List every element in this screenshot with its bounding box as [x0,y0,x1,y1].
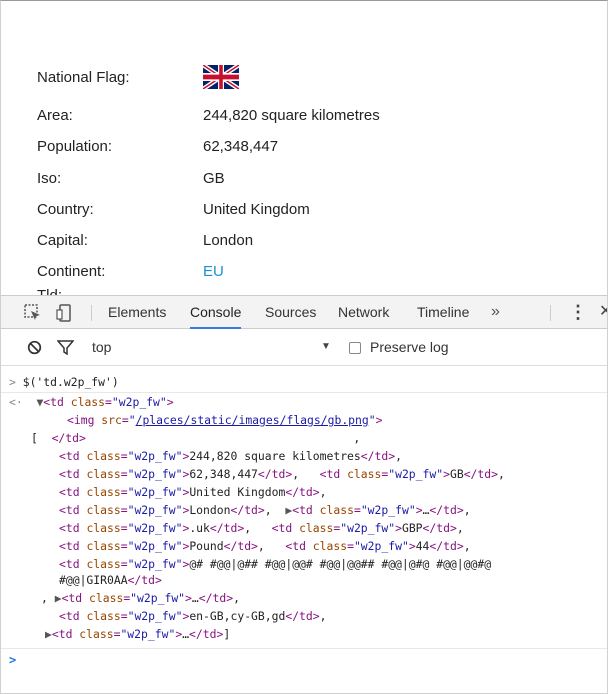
console-result-line: <· ▼<td class="w2p_fw"> [9,395,174,409]
preserve-log-label[interactable]: Preserve log [370,339,449,355]
result-line: <td class="w2p_fw">62,348,447</td>, <td … [59,467,505,481]
result-line: <td class="w2p_fw">United Kingdom</td>, [59,485,327,499]
result-line: <td class="w2p_fw">Pound</td>, <td class… [59,539,471,553]
console-toolbar: top ▼ Preserve log [1,330,607,366]
result-line: [ </td> , [31,431,361,445]
row-label: Country: [37,201,94,218]
tab-network[interactable]: Network [338,296,389,329]
result-line: <td class="w2p_fw">244,820 square kilome… [59,449,402,463]
toolbar-divider [91,305,92,321]
web-page: National Flag: Area: 244,820 square kilo… [1,1,607,295]
row-label: Area: [37,107,73,124]
console-command: $('td.w2p_fw') [22,375,119,389]
clear-console-icon[interactable] [27,340,42,355]
tab-timeline[interactable]: Timeline [417,296,469,329]
preserve-log-checkbox[interactable] [349,342,361,354]
console-input-line: > $('td.w2p_fw') [9,373,119,391]
row-value: GB [203,170,225,187]
result-line: <td class="w2p_fw">en-GB,cy-GB,gd</td>, [59,609,327,623]
tab-sources[interactable]: Sources [265,296,316,329]
input-chevron-icon: > [9,375,23,389]
result-line: ▶<td class="w2p_fw">…</td>] [45,627,231,641]
uk-flag-image [203,65,239,89]
filter-icon[interactable] [57,340,74,355]
row-label: Capital: [37,232,88,249]
result-line: <td class="w2p_fw">London</td>, ▶<td cla… [59,503,471,517]
result-line: , ▶<td class="w2p_fw">…</td>, [41,591,240,605]
device-toolbar-icon[interactable] [55,303,75,323]
img-src-link[interactable]: /places/static/images/flags/gb.png [136,413,369,427]
row-label: Iso: [37,170,62,187]
more-tabs-button[interactable]: » [491,296,500,329]
inspect-element-icon[interactable] [23,303,43,323]
tab-elements[interactable]: Elements [108,296,166,329]
console-output: > $('td.w2p_fw') <· ▼<td class="w2p_fw">… [1,367,607,693]
result-chevron-icon: <· [9,395,37,409]
continent-link[interactable]: EU [203,263,224,280]
toolbar-divider [550,305,551,321]
row-label: National Flag: [37,69,130,86]
result-line: <td class="w2p_fw">.uk</td>, <td class="… [59,521,464,535]
divider [1,648,607,649]
row-value: London [203,232,254,249]
result-line: #@@|GIR0AA</td> [59,573,162,587]
row-label: Continent: [37,263,106,280]
dropdown-arrow-icon[interactable]: ▼ [321,341,331,352]
tab-console[interactable]: Console [190,296,242,329]
browser-window: National Flag: Area: 244,820 square kilo… [0,0,608,694]
execution-context-select[interactable]: top [92,339,111,355]
img-line: <img src="/places/static/images/flags/gb… [67,413,383,427]
console-prompt[interactable]: > [9,653,16,667]
close-devtools-icon[interactable]: ✕ [599,296,607,329]
row-value: United Kingdom [203,201,310,218]
customize-menu-icon[interactable]: ⋮ [569,296,587,329]
row-label: Population: [37,138,113,155]
row-value: 244,820 square kilometres [203,107,380,124]
devtools-tab-bar: Elements Console Sources Network Timelin… [1,295,607,329]
row-tld-clipped: Tld: [37,287,62,295]
row-value: 62,348,447 [203,138,279,155]
